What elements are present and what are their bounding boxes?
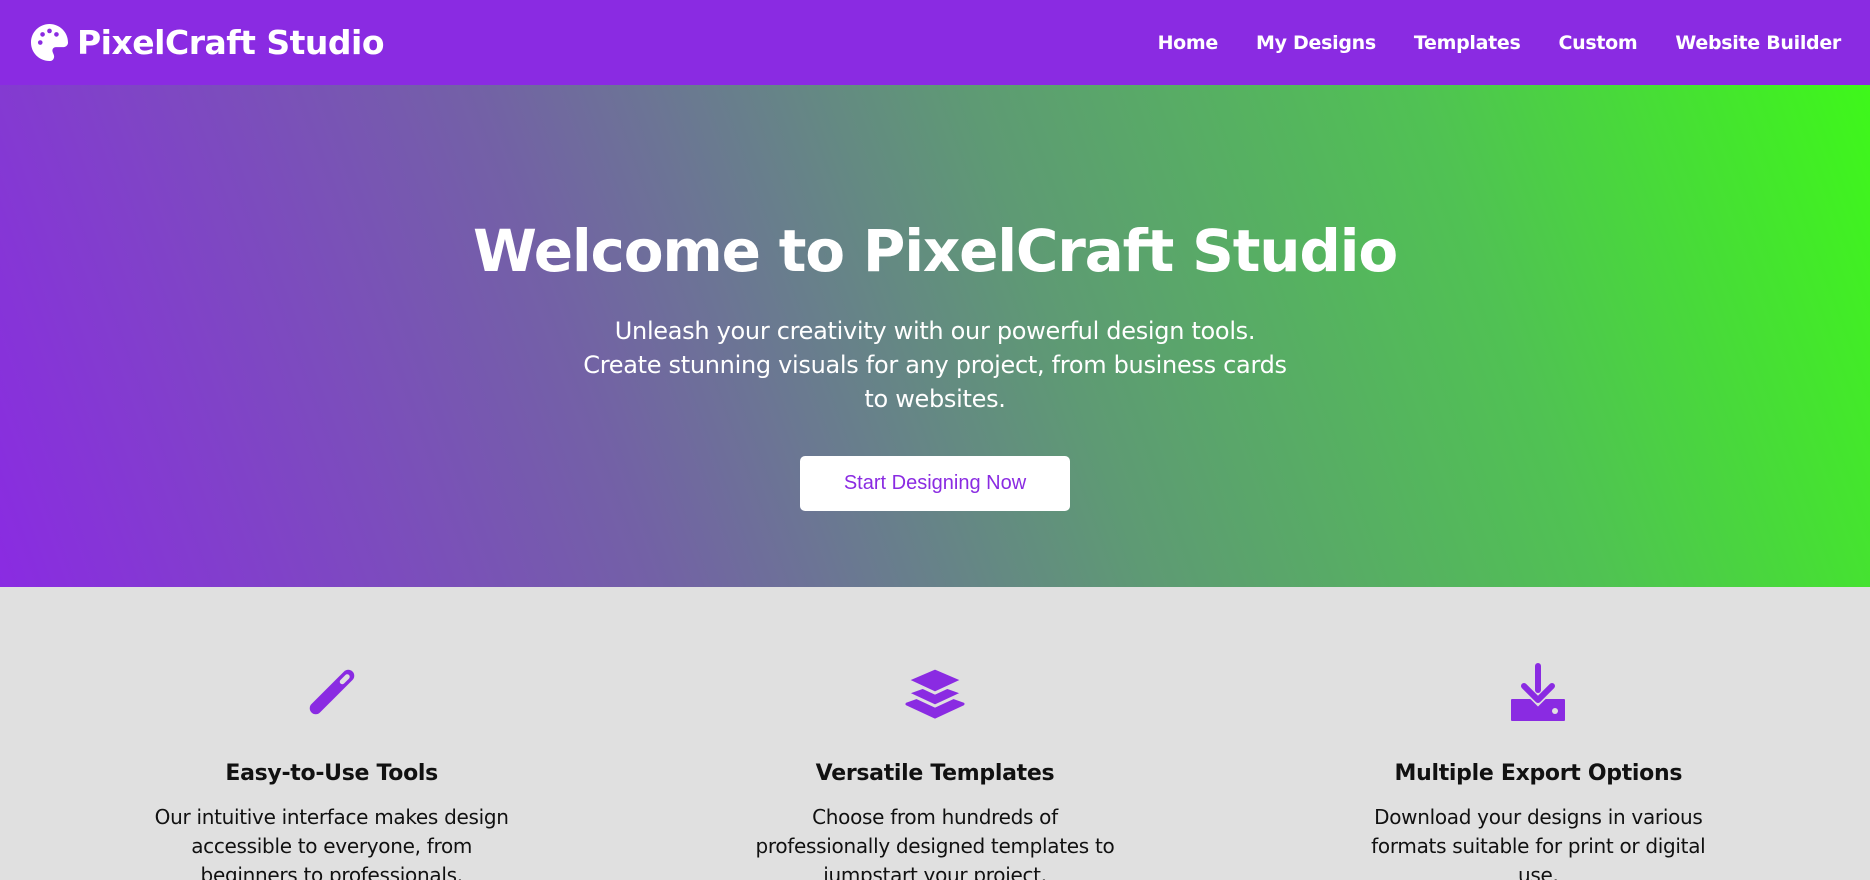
nav-link-website-builder[interactable]: Website Builder bbox=[1675, 32, 1841, 54]
layers-icon bbox=[903, 662, 967, 722]
palette-icon bbox=[31, 24, 68, 61]
top-navigation-bar: PixelCraft Studio Home My Designs Templa… bbox=[0, 0, 1870, 85]
brand-logo[interactable]: PixelCraft Studio bbox=[31, 23, 385, 62]
feature-card: Easy-to-Use Tools Our intuitive interfac… bbox=[30, 587, 633, 880]
nav-link-custom[interactable]: Custom bbox=[1559, 32, 1638, 54]
features-section: Easy-to-Use Tools Our intuitive interfac… bbox=[0, 587, 1870, 880]
feature-description: Our intuitive interface makes design acc… bbox=[154, 805, 509, 880]
hero-section: Welcome to PixelCraft Studio Unleash you… bbox=[0, 85, 1870, 587]
feature-description: Choose from hundreds of professionally d… bbox=[755, 805, 1115, 880]
download-icon bbox=[1506, 662, 1570, 722]
hero-title: Welcome to PixelCraft Studio bbox=[473, 217, 1398, 285]
main-nav: Home My Designs Templates Custom Website… bbox=[1158, 32, 1842, 54]
feature-card: Multiple Export Options Download your de… bbox=[1237, 587, 1840, 880]
feature-description: Download your designs in various formats… bbox=[1371, 805, 1706, 880]
nav-link-home[interactable]: Home bbox=[1158, 32, 1219, 54]
brand-name: PixelCraft Studio bbox=[77, 23, 385, 62]
nav-link-my-designs[interactable]: My Designs bbox=[1256, 32, 1376, 54]
feature-title: Easy-to-Use Tools bbox=[225, 761, 438, 786]
hero-subtitle: Unleash your creativity with our powerfu… bbox=[583, 316, 1287, 413]
nav-link-templates[interactable]: Templates bbox=[1414, 32, 1521, 54]
feature-card: Versatile Templates Choose from hundreds… bbox=[633, 587, 1236, 880]
feature-title: Versatile Templates bbox=[815, 761, 1055, 786]
start-designing-button[interactable]: Start Designing Now bbox=[800, 455, 1070, 511]
feature-title: Multiple Export Options bbox=[1394, 761, 1683, 786]
magic-wand-icon bbox=[300, 662, 364, 722]
